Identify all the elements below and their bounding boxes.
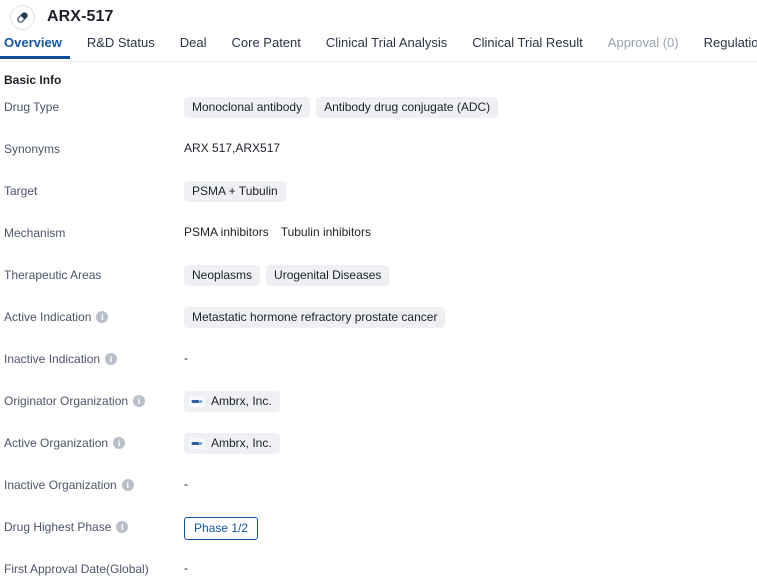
row-label-text: Active Indication: [4, 310, 92, 324]
row-label: Therapeutic Areas: [4, 265, 184, 283]
empty-value: -: [184, 477, 188, 491]
row-value: ARX 517,ARX517: [184, 139, 757, 157]
organization-tag[interactable]: Ambrx, Inc.: [184, 391, 280, 412]
organization-logo-icon: [189, 438, 205, 449]
row-value: -: [184, 349, 757, 367]
tab-deal[interactable]: Deal: [180, 32, 207, 58]
row-label: Inactive Organization i: [4, 475, 184, 493]
row-label: Drug Highest Phase i: [4, 517, 184, 535]
info-row-drug-highest-phase: Drug Highest Phase i Phase 1/2: [4, 507, 757, 549]
info-icon[interactable]: i: [96, 311, 109, 323]
row-value: Ambrx, Inc.: [184, 391, 757, 412]
tag-item[interactable]: Neoplasms: [184, 265, 261, 286]
row-value: Monoclonal antibody Antibody drug conjug…: [184, 97, 757, 118]
info-row-active-organization: Active Organization i Ambrx, Inc.: [4, 423, 757, 465]
tab-core-patent[interactable]: Core Patent: [232, 32, 301, 58]
value-text: Tubulin inhibitors: [280, 225, 371, 239]
info-icon[interactable]: i: [116, 521, 129, 533]
info-row-synonyms: Synonyms ARX 517,ARX517: [4, 129, 757, 171]
empty-value: -: [184, 351, 188, 365]
value-text: ARX 517,ARX517: [184, 141, 281, 155]
tag-item[interactable]: Metastatic hormone refractory prostate c…: [184, 307, 446, 328]
row-value: Ambrx, Inc.: [184, 433, 757, 454]
phase-badge[interactable]: Phase 1/2: [184, 517, 259, 540]
value-text: PSMA inhibitors: [184, 225, 269, 239]
row-label: Active Organization i: [4, 433, 184, 451]
row-label-text: Therapeutic Areas: [4, 268, 102, 282]
row-label: Inactive Indication i: [4, 349, 184, 367]
row-value: -: [184, 559, 757, 577]
section-heading-basic-info: Basic Info: [4, 73, 62, 87]
info-row-inactive-indication: Inactive Indication i -: [4, 339, 757, 381]
empty-value: -: [184, 561, 188, 575]
info-icon[interactable]: i: [133, 395, 146, 407]
row-label: First Approval Date(Global): [4, 559, 184, 577]
row-label: Originator Organization i: [4, 391, 184, 409]
organization-tag[interactable]: Ambrx, Inc.: [184, 433, 280, 454]
row-label: Target: [4, 181, 184, 199]
tab-approval: Approval (0): [607, 35, 679, 50]
info-row-therapeutic-areas: Therapeutic Areas Neoplasms Urogenital D…: [4, 255, 757, 297]
info-row-originator-organization: Originator Organization i Ambrx, Inc.: [4, 381, 757, 423]
row-value: PSMA + Tubulin: [184, 181, 757, 202]
row-value: -: [184, 475, 757, 493]
page-title: ARX-517: [47, 8, 114, 25]
info-row-drug-type: Drug Type Monoclonal antibody Antibody d…: [4, 87, 757, 129]
row-label-text: Drug Type: [4, 100, 60, 114]
tab-overview[interactable]: Overview: [0, 32, 70, 59]
row-label-text: Drug Highest Phase: [4, 520, 112, 534]
row-label-text: Synonyms: [4, 142, 61, 156]
tab-regulation[interactable]: Regulation: [704, 32, 757, 58]
info-icon[interactable]: i: [105, 353, 118, 365]
row-value: Metastatic hormone refractory prostate c…: [184, 307, 757, 328]
organization-name: Ambrx, Inc.: [211, 436, 272, 450]
tab-bar: Overview R&D Status Deal Core Patent Cli…: [0, 32, 757, 62]
tab-rd-status[interactable]: R&D Status: [87, 32, 155, 58]
row-value: Neoplasms Urogenital Diseases: [184, 265, 757, 286]
row-value: PSMA inhibitors Tubulin inhibitors: [184, 223, 757, 241]
info-row-mechanism: Mechanism PSMA inhibitors Tubulin inhibi…: [4, 213, 757, 255]
info-row-inactive-organization: Inactive Organization i -: [4, 465, 757, 507]
row-label: Mechanism: [4, 223, 184, 241]
row-label-text: Mechanism: [4, 226, 66, 240]
info-row-active-indication: Active Indication i Metastatic hormone r…: [4, 297, 757, 339]
organization-logo-icon: [189, 396, 205, 407]
pill-capsule-icon: [10, 4, 35, 30]
row-label-text: Active Organization: [4, 436, 109, 450]
tag-item[interactable]: Urogenital Diseases: [266, 265, 390, 286]
row-label: Drug Type: [4, 97, 184, 115]
row-label-text: Inactive Indication: [4, 352, 101, 366]
row-label: Synonyms: [4, 139, 184, 157]
row-label-text: Originator Organization: [4, 394, 129, 408]
overview-content: Basic Info Drug Type Monoclonal antibody…: [0, 73, 757, 579]
tab-clinical-trial-analysis[interactable]: Clinical Trial Analysis: [326, 32, 447, 58]
tab-clinical-trial-result[interactable]: Clinical Trial Result: [472, 32, 583, 58]
tag-item[interactable]: Monoclonal antibody: [184, 97, 311, 118]
info-icon[interactable]: i: [121, 479, 134, 491]
info-row-target: Target PSMA + Tubulin: [4, 171, 757, 213]
organization-name: Ambrx, Inc.: [211, 394, 272, 408]
app-header: ARX-517: [0, 0, 757, 32]
tag-item[interactable]: PSMA + Tubulin: [184, 181, 286, 202]
row-label-text: Target: [4, 184, 38, 198]
info-icon[interactable]: i: [113, 437, 126, 449]
tag-item[interactable]: Antibody drug conjugate (ADC): [316, 97, 499, 118]
row-label-text: First Approval Date(Global): [4, 562, 149, 576]
row-value: Phase 1/2: [184, 517, 757, 540]
row-label-text: Inactive Organization: [4, 478, 117, 492]
info-row-first-approval-date-global: First Approval Date(Global) -: [4, 549, 757, 579]
row-label: Active Indication i: [4, 307, 184, 325]
